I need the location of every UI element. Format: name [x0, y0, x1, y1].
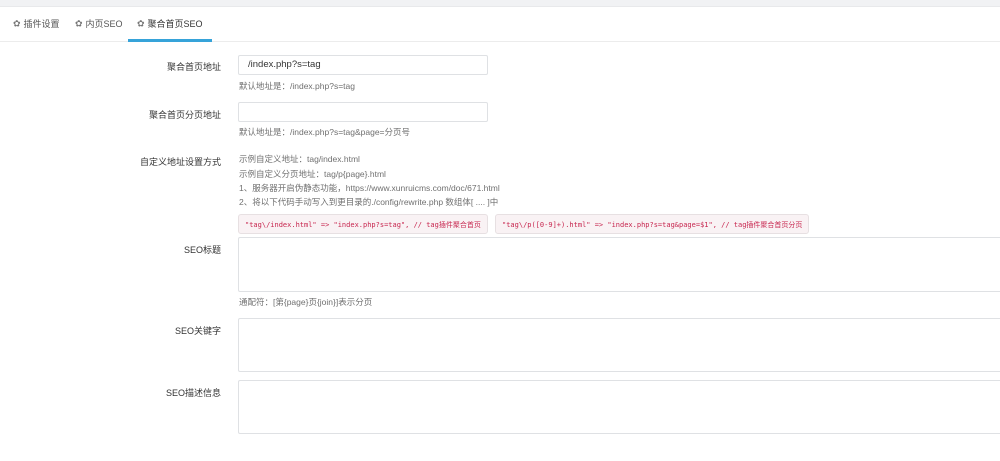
gear-icon: ✿ — [13, 18, 21, 29]
tab-plugin-settings[interactable]: ✿ 插件设置 — [13, 7, 60, 41]
seo-keywords-label: SEO关键字 — [174, 326, 221, 336]
tab-label: 内页SEO — [85, 19, 123, 29]
seo-title-label: SEO标题 — [183, 245, 221, 255]
seo-title-textarea[interactable] — [238, 237, 1000, 292]
top-bar — [0, 0, 1000, 7]
home-url-help: 默认地址是：/index.php?s=tag — [239, 81, 355, 91]
tab-inner-seo[interactable]: ✿ 内页SEO — [75, 7, 123, 41]
custom-url-line-1: 示例自定义地址：tag/index.html — [239, 154, 360, 164]
seo-description-label: SEO描述信息 — [165, 388, 221, 398]
custom-url-line-4: 2、将以下代码手动写入到更目录的./config/rewrite.php 数组体… — [239, 197, 499, 207]
seo-keywords-textarea[interactable] — [238, 318, 1000, 372]
custom-url-line-3: 1、服务器开启伪静态功能，https://www.xunruicms.com/d… — [239, 183, 500, 193]
home-url-label: 聚合首页地址 — [166, 62, 221, 72]
gear-icon: ✿ — [75, 18, 83, 29]
tab-label: 插件设置 — [23, 19, 60, 29]
tab-aggregate-home-seo[interactable]: ✿ 聚合首页SEO — [128, 7, 212, 42]
tab-label: 聚合首页SEO — [147, 19, 203, 29]
gear-icon: ✿ — [137, 18, 145, 29]
rewrite-code-home: "tag\/index.html" => "index.php?s=tag", … — [238, 214, 488, 234]
custom-url-label: 自定义地址设置方式 — [139, 157, 221, 167]
tab-bar: ✿ 插件设置 ✿ 内页SEO ✿ 聚合首页SEO — [0, 7, 1000, 42]
home-url-input[interactable]: /index.php?s=tag — [238, 55, 488, 75]
seo-title-help: 通配符：[第{page}页{join}]表示分页 — [239, 297, 373, 307]
custom-url-line-2: 示例自定义分页地址：tag/p{page}.html — [239, 169, 386, 179]
seo-description-textarea[interactable] — [238, 380, 1000, 434]
page-url-help: 默认地址是：/index.php?s=tag&page=分页号 — [239, 127, 411, 137]
page-url-label: 聚合首页分页地址 — [148, 110, 221, 120]
page-url-input[interactable] — [238, 102, 488, 122]
rewrite-code-page: "tag\/p([0-9]+).html" => "index.php?s=ta… — [495, 214, 810, 234]
